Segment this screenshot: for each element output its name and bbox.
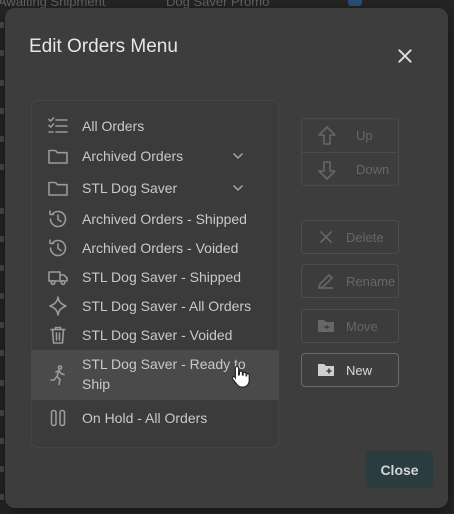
- arrow-down-icon: [316, 159, 338, 181]
- new-label: New: [346, 362, 373, 378]
- list-item-label: All Orders: [82, 118, 145, 134]
- trash-icon: [47, 324, 69, 346]
- edit-orders-menu-dialog: Edit Orders Menu All Orders Archived Ord…: [5, 8, 448, 508]
- history-icon: [47, 237, 69, 259]
- close-icon[interactable]: [395, 46, 415, 66]
- list-item-label: STL Dog Saver - Ready to Ship: [82, 356, 246, 392]
- up-button[interactable]: Up: [302, 119, 398, 152]
- reorder-button-group: Up Down: [301, 118, 399, 186]
- new-button[interactable]: New: [301, 353, 399, 387]
- checklist-icon: [47, 115, 69, 137]
- chevron-down-icon[interactable]: [231, 181, 245, 195]
- x-icon: [316, 227, 336, 247]
- close-button[interactable]: Close: [366, 451, 433, 488]
- history-icon: [47, 208, 69, 230]
- list-item-stl-dog-saver-shipped[interactable]: STL Dog Saver - Shipped: [31, 262, 279, 292]
- list-item-stl-dog-saver-voided[interactable]: STL Dog Saver - Voided: [31, 320, 279, 350]
- list-item-label: Archived Orders: [82, 148, 184, 164]
- sparkle-icon: [47, 295, 69, 317]
- rename-label: Rename: [346, 273, 396, 289]
- down-label: Down: [356, 162, 390, 177]
- move-label: Move: [346, 318, 378, 334]
- folder-icon: [47, 145, 69, 167]
- list-item-archived-orders-voided[interactable]: Archived Orders - Voided: [31, 234, 279, 262]
- list-item-archived-orders-shipped[interactable]: Archived Orders - Shipped: [31, 204, 279, 234]
- list-item-label: STL Dog Saver: [82, 180, 178, 196]
- folder-icon: [47, 177, 69, 199]
- arrow-up-icon: [316, 125, 338, 147]
- running-person-icon: [47, 364, 69, 386]
- pencil-icon: [316, 271, 336, 291]
- list-item-stl-dog-saver[interactable]: STL Dog Saver: [31, 172, 279, 204]
- move-button[interactable]: Move: [301, 309, 399, 343]
- up-label: Up: [356, 128, 373, 143]
- truck-icon: [47, 266, 69, 288]
- orders-menu-list: All Orders Archived Orders STL Dog Saver: [31, 100, 279, 448]
- list-item-archived-orders[interactable]: Archived Orders: [31, 140, 279, 172]
- delete-button[interactable]: Delete: [301, 220, 399, 254]
- list-item-label: STL Dog Saver - All Orders: [82, 298, 252, 314]
- delete-label: Delete: [346, 229, 384, 245]
- chevron-down-icon[interactable]: [231, 149, 245, 163]
- list-item-stl-dog-saver-all-orders[interactable]: STL Dog Saver - All Orders: [31, 292, 279, 320]
- list-item-on-hold-all-orders[interactable]: On Hold - All Orders: [31, 402, 279, 434]
- list-item-stl-dog-saver-ready-to-ship[interactable]: STL Dog Saver - Ready to Ship: [31, 350, 279, 400]
- dialog-title: Edit Orders Menu: [29, 36, 178, 57]
- pause-icon: [47, 407, 69, 429]
- list-item-label: STL Dog Saver - Voided: [82, 327, 233, 343]
- list-item-all-orders[interactable]: All Orders: [31, 112, 279, 140]
- folder-plus-icon: [316, 360, 336, 380]
- list-item-label: Archived Orders - Voided: [82, 240, 239, 256]
- folder-move-icon: [316, 316, 336, 336]
- list-item-label: Archived Orders - Shipped: [82, 211, 247, 227]
- down-button[interactable]: Down: [302, 153, 398, 186]
- list-item-label: On Hold - All Orders: [82, 410, 208, 426]
- rename-button[interactable]: Rename: [301, 264, 399, 298]
- list-item-label: STL Dog Saver - Shipped: [82, 269, 242, 285]
